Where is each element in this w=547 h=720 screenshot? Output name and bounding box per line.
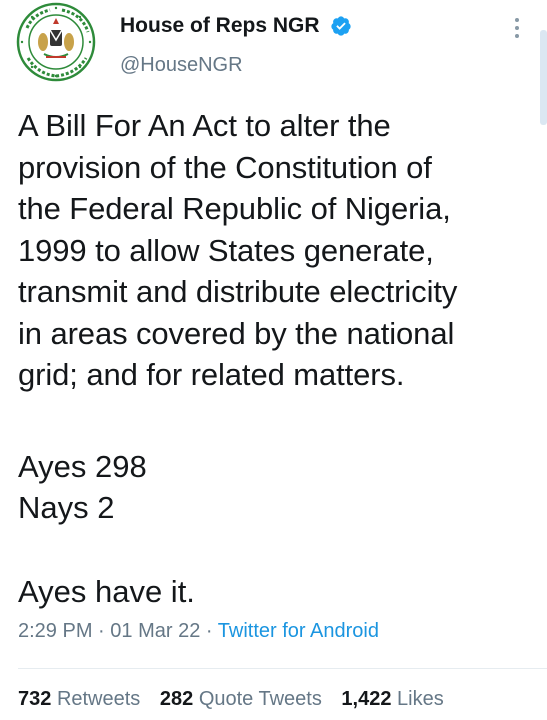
more-options-icon[interactable] bbox=[508, 14, 526, 42]
meta-separator: · bbox=[98, 620, 105, 642]
tweet-text: A Bill For An Act to alter the provision… bbox=[18, 108, 458, 392]
quote-tweets-stat[interactable]: 282 Quote Tweets bbox=[160, 688, 322, 710]
meta-separator: · bbox=[205, 620, 213, 642]
stats-divider bbox=[18, 668, 547, 669]
vote-result-line: Ayes have it. bbox=[18, 574, 195, 609]
tweet-detail: House of Reps NGR @HouseNGR A Bill For A… bbox=[0, 0, 547, 720]
nays-count-line: Nays 2 bbox=[18, 490, 115, 525]
author-handle[interactable]: @HouseNGR bbox=[120, 54, 243, 77]
tweet-metadata: 2:29 PM · 01 Mar 22 · Twitter for Androi… bbox=[18, 620, 379, 643]
author-display-name[interactable]: House of Reps NGR bbox=[120, 14, 320, 38]
scrollbar-thumb[interactable] bbox=[540, 30, 547, 125]
tweet-time[interactable]: 2:29 PM bbox=[18, 620, 92, 642]
likes-stat[interactable]: 1,422 Likes bbox=[341, 688, 443, 710]
seal-icon bbox=[16, 2, 96, 82]
retweets-count: 732 bbox=[18, 688, 52, 710]
tweet-date[interactable]: 01 Mar 22 bbox=[110, 620, 200, 642]
profile-avatar[interactable] bbox=[10, 2, 102, 82]
quote-tweets-label: Quote Tweets bbox=[198, 688, 322, 710]
quote-tweets-count: 282 bbox=[159, 688, 194, 710]
tweet-source-link[interactable]: Twitter for Android bbox=[218, 620, 379, 642]
likes-label: Likes bbox=[397, 688, 444, 710]
likes-count: 1,422 bbox=[341, 688, 392, 710]
verified-badge-icon bbox=[330, 15, 352, 37]
ayes-count-line: Ayes 298 bbox=[18, 449, 147, 484]
retweets-stat[interactable]: 732 Retweets bbox=[18, 688, 140, 710]
engagement-stats: 732 Retweets 282 Quote Tweets 1,422 Like… bbox=[18, 688, 458, 711]
retweets-label: Retweets bbox=[56, 688, 141, 710]
